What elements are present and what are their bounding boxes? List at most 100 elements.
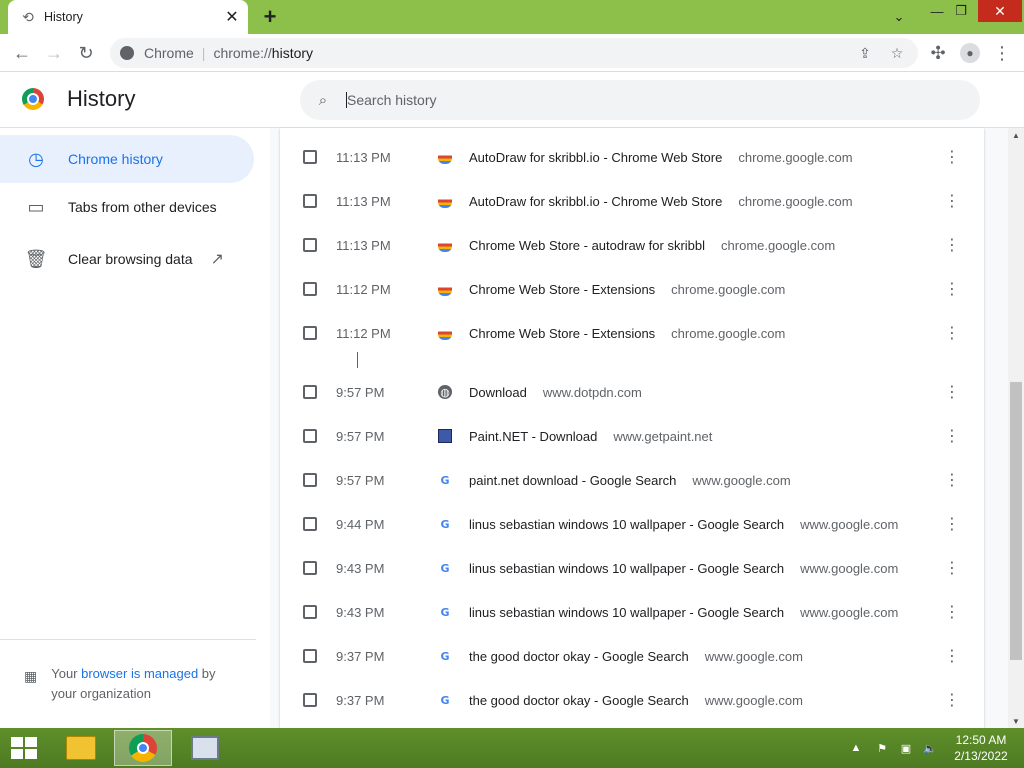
- row-domain[interactable]: www.google.com: [692, 473, 790, 488]
- row-checkbox[interactable]: [303, 649, 317, 663]
- history-row[interactable]: 9:43 PM Glinus sebastian windows 10 wallp…: [280, 546, 984, 590]
- row-title-link[interactable]: paint.net download - Google Search: [469, 473, 676, 488]
- row-title-link[interactable]: the good doctor okay - Google Search: [469, 649, 689, 664]
- history-row[interactable]: 11:12 PM Chrome Web Store - Extensions chr…: [280, 311, 984, 355]
- row-checkbox[interactable]: [303, 693, 317, 707]
- show-hidden-icons-icon[interactable]: ▲: [848, 728, 864, 768]
- row-menu-icon[interactable]: ⋮: [944, 321, 960, 345]
- row-checkbox[interactable]: [303, 326, 317, 340]
- row-domain[interactable]: www.dotpdn.com: [543, 385, 642, 400]
- row-checkbox[interactable]: [303, 238, 317, 252]
- row-title-link[interactable]: Download: [469, 385, 527, 400]
- row-checkbox[interactable]: [303, 605, 317, 619]
- extensions-icon[interactable]: ✣: [926, 42, 950, 64]
- row-menu-icon[interactable]: ⋮: [944, 145, 960, 169]
- row-checkbox[interactable]: [303, 429, 317, 443]
- network-icon[interactable]: ▣: [896, 728, 916, 768]
- row-checkbox[interactable]: [303, 561, 317, 575]
- sidebar-item-chrome-history[interactable]: ◷ Chrome history: [0, 135, 254, 183]
- restore-button[interactable]: ❐: [950, 0, 972, 22]
- reload-button[interactable]: ↻: [74, 42, 98, 64]
- row-domain[interactable]: www.google.com: [800, 561, 898, 576]
- scroll-down-arrow-icon[interactable]: ▼: [1008, 714, 1024, 728]
- row-checkbox[interactable]: [303, 385, 317, 399]
- row-title-link[interactable]: Chrome Web Store - Extensions: [469, 326, 655, 341]
- row-domain[interactable]: www.google.com: [705, 693, 803, 708]
- close-window-button[interactable]: ✕: [978, 0, 1022, 22]
- sidebar-item-clear-browsing-data[interactable]: 🗑 Clear browsing data ↗: [0, 235, 254, 283]
- page-scrollbar[interactable]: ▲ ▼: [1008, 128, 1024, 728]
- row-title-link[interactable]: AutoDraw for skribbl.io - Chrome Web Sto…: [469, 194, 722, 209]
- tab-search-chevron-icon[interactable]: ⌄: [888, 6, 910, 28]
- minimize-button[interactable]: —: [926, 0, 948, 22]
- sidebar-item-tabs-other-devices[interactable]: ▭ Tabs from other devices: [0, 183, 254, 231]
- row-menu-icon[interactable]: ⋮: [944, 512, 960, 536]
- row-domain[interactable]: chrome.google.com: [671, 326, 785, 341]
- new-tab-button[interactable]: +: [258, 4, 282, 29]
- address-bar[interactable]: Chrome | chrome://history ⇪ ☆: [110, 38, 918, 68]
- row-domain[interactable]: www.google.com: [800, 517, 898, 532]
- row-domain[interactable]: www.getpaint.net: [613, 429, 712, 444]
- row-domain[interactable]: www.google.com: [800, 605, 898, 620]
- tab-history[interactable]: ⟲ History ✕: [8, 0, 248, 34]
- row-checkbox[interactable]: [303, 150, 317, 164]
- system-clock[interactable]: 12:50 AM 2/13/2022: [946, 732, 1016, 764]
- history-row[interactable]: 9:37 PM Gthe good doctor okay - Google Se…: [280, 634, 984, 678]
- row-domain[interactable]: chrome.google.com: [721, 238, 835, 253]
- row-menu-icon[interactable]: ⋮: [944, 644, 960, 668]
- action-center-flag-icon[interactable]: ⚑: [872, 728, 892, 768]
- row-title-link[interactable]: Chrome Web Store - Extensions: [469, 282, 655, 297]
- history-row[interactable]: 11:13 PM Chrome Web Store - autodraw for …: [280, 223, 984, 267]
- bookmark-star-icon[interactable]: ☆: [888, 44, 906, 62]
- row-menu-icon[interactable]: ⋮: [944, 233, 960, 257]
- row-menu-icon[interactable]: ⋮: [944, 424, 960, 448]
- history-row[interactable]: 9:43 PM Glinus sebastian windows 10 wallp…: [280, 590, 984, 634]
- taskbar-task-manager[interactable]: [176, 730, 234, 766]
- search-history-box[interactable]: ⌕: [300, 80, 980, 120]
- history-row[interactable]: 9:57 PM Gpaint.net download - Google Sear…: [280, 458, 984, 502]
- row-title-link[interactable]: linus sebastian windows 10 wallpaper - G…: [469, 561, 784, 576]
- history-row[interactable]: 11:12 PM Chrome Web Store - Extensions chr…: [280, 267, 984, 311]
- scroll-up-arrow-icon[interactable]: ▲: [1008, 128, 1024, 142]
- history-row[interactable]: 11:13 PM AutoDraw for skribbl.io - Chrome…: [280, 135, 984, 179]
- scrollbar-thumb[interactable]: [1010, 382, 1022, 660]
- search-input[interactable]: [346, 92, 846, 108]
- taskbar-file-explorer[interactable]: [52, 730, 110, 766]
- history-row[interactable]: 9:44 PM Glinus sebastian windows 10 wallp…: [280, 502, 984, 546]
- row-domain[interactable]: www.google.com: [705, 649, 803, 664]
- start-button[interactable]: [0, 728, 48, 768]
- row-menu-icon[interactable]: ⋮: [944, 556, 960, 580]
- history-row[interactable]: 11:13 PM AutoDraw for skribbl.io - Chrome…: [280, 179, 984, 223]
- row-checkbox[interactable]: [303, 517, 317, 531]
- row-menu-icon[interactable]: ⋮: [944, 600, 960, 624]
- row-domain[interactable]: chrome.google.com: [671, 282, 785, 297]
- row-menu-icon[interactable]: ⋮: [944, 277, 960, 301]
- history-row[interactable]: 9:57 PM Paint.NET - Download www.getpaint.…: [280, 414, 984, 458]
- row-title-link[interactable]: Paint.NET - Download: [469, 429, 597, 444]
- row-title-link[interactable]: the good doctor okay - Google Search: [469, 693, 689, 708]
- close-tab-button[interactable]: ✕: [222, 7, 242, 27]
- forward-button[interactable]: →: [42, 42, 66, 64]
- browser-menu-icon[interactable]: ⋮: [990, 42, 1014, 64]
- history-row[interactable]: 9:37 PM Gthe good doctor okay - Google Se…: [280, 678, 984, 722]
- share-icon[interactable]: ⇪: [856, 44, 874, 62]
- history-row[interactable]: 9:57 PM ◍ Download www.dotpdn.com ⋮: [280, 370, 984, 414]
- row-domain[interactable]: chrome.google.com: [738, 194, 852, 209]
- row-checkbox[interactable]: [303, 194, 317, 208]
- taskbar-chrome[interactable]: [114, 730, 172, 766]
- profile-avatar[interactable]: ●: [958, 42, 982, 64]
- row-checkbox[interactable]: [303, 473, 317, 487]
- managed-link[interactable]: browser is managed: [81, 666, 198, 681]
- row-domain[interactable]: chrome.google.com: [738, 150, 852, 165]
- row-menu-icon[interactable]: ⋮: [944, 189, 960, 213]
- row-menu-icon[interactable]: ⋮: [944, 468, 960, 492]
- back-button[interactable]: ←: [10, 42, 34, 64]
- row-title-link[interactable]: linus sebastian windows 10 wallpaper - G…: [469, 517, 784, 532]
- volume-muted-icon[interactable]: 🔈: [920, 728, 940, 768]
- row-checkbox[interactable]: [303, 282, 317, 296]
- row-title-link[interactable]: AutoDraw for skribbl.io - Chrome Web Sto…: [469, 150, 722, 165]
- row-title-link[interactable]: linus sebastian windows 10 wallpaper - G…: [469, 605, 784, 620]
- row-menu-icon[interactable]: ⋮: [944, 688, 960, 712]
- row-title-link[interactable]: Chrome Web Store - autodraw for skribbl: [469, 238, 705, 253]
- row-menu-icon[interactable]: ⋮: [944, 380, 960, 404]
